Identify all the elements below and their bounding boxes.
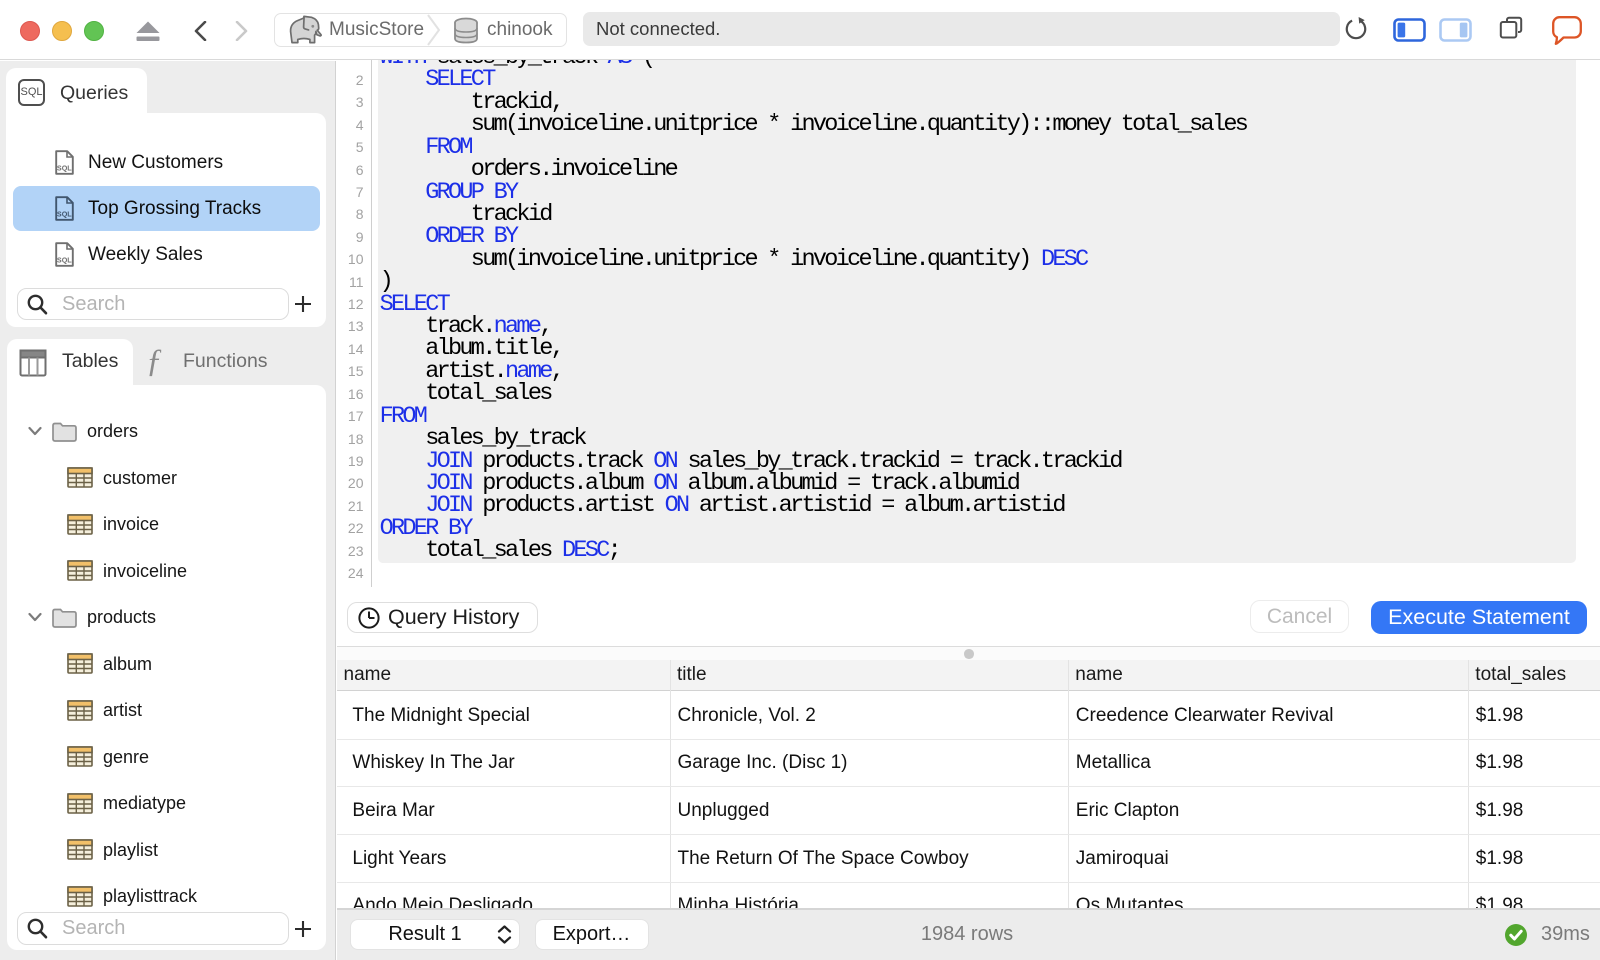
svg-text:SQL: SQL — [57, 210, 72, 219]
svg-text:SQL: SQL — [57, 164, 72, 173]
svg-text:SQL: SQL — [57, 256, 72, 265]
